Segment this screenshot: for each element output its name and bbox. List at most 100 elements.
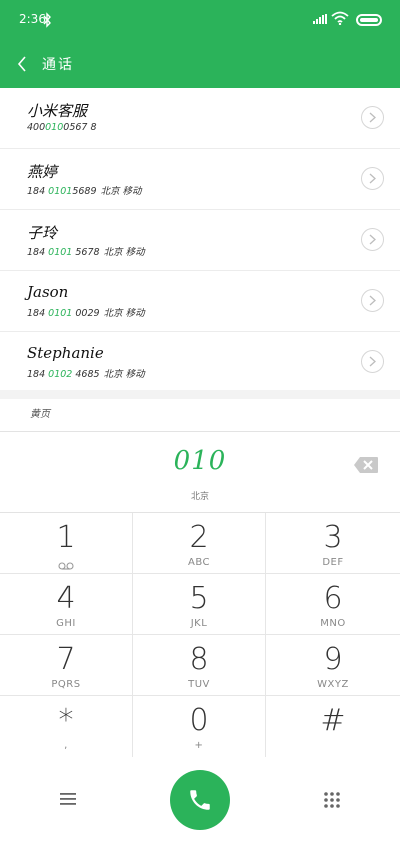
key-digit: 3	[323, 520, 343, 555]
backspace-icon[interactable]	[353, 456, 379, 474]
dial-key-star[interactable]: * ,	[0, 696, 133, 757]
dial-key-8[interactable]: 8 TUV	[133, 635, 266, 696]
number-suffix: 5689	[72, 186, 97, 197]
number-prefix: 184	[27, 247, 49, 258]
dialpad: 1 2 ABC 3 DEF 4 GHI 5 JKL 6 MNO 7 PQRS 8…	[0, 512, 400, 758]
dial-key-0[interactable]: 0 +	[133, 696, 266, 757]
contact-number: 184 01015689 北京 移动	[27, 183, 142, 197]
contact-location: 北京 移动	[103, 308, 145, 319]
phone-icon	[190, 790, 210, 810]
dial-key-1[interactable]: 1	[0, 513, 133, 574]
number-match: 0101	[48, 186, 73, 197]
number-prefix: 184	[27, 369, 49, 380]
menu-icon[interactable]	[58, 790, 78, 808]
key-letters: ,	[64, 740, 68, 751]
bluetooth-icon	[43, 12, 51, 28]
contact-name: 燕婷	[27, 163, 58, 181]
dialpad-icon[interactable]	[322, 790, 342, 810]
number-suffix: 4685	[72, 369, 100, 380]
key-letters: WXYZ	[317, 679, 349, 690]
number-prefix: 400	[27, 122, 46, 133]
number-match: 0101	[48, 247, 73, 258]
dialed-number: 010	[173, 446, 227, 476]
dial-key-5[interactable]: 5 JKL	[133, 574, 266, 635]
key-letters: MNO	[320, 618, 346, 629]
key-digit: 8	[189, 642, 209, 677]
contact-detail-button[interactable]	[361, 350, 384, 373]
battery-icon	[356, 14, 382, 26]
key-digit: 9	[323, 642, 343, 677]
key-digit: 5	[189, 581, 209, 616]
status-bar: 2:36	[0, 0, 400, 40]
contact-number: 4000100567 8	[27, 122, 97, 133]
key-digit: 6	[323, 581, 343, 616]
contact-name: Jason	[27, 283, 69, 301]
contact-location: 北京 移动	[100, 186, 142, 197]
chevron-right-icon	[369, 234, 376, 245]
number-suffix: 0567 8	[63, 122, 97, 133]
page-title: 通话	[42, 57, 74, 73]
title-bar: 通话	[0, 40, 400, 88]
voicemail-icon	[58, 562, 74, 570]
key-digit: 0	[189, 703, 209, 738]
contact-suggestion-list: 小米客服 4000100567 8 燕婷 184 01015689 北京 移动 子…	[0, 88, 400, 390]
yellow-pages-label[interactable]: 黄页	[30, 405, 50, 420]
wifi-icon	[331, 11, 349, 25]
key-letters: GHI	[56, 618, 76, 629]
key-letters: JKL	[190, 618, 208, 629]
contact-row[interactable]: 燕婷 184 01015689 北京 移动	[0, 149, 400, 210]
number-prefix: 184	[27, 308, 49, 319]
dial-key-hash[interactable]: #	[266, 696, 400, 757]
number-suffix: 5678	[72, 247, 100, 258]
contact-name: Stephanie	[27, 344, 104, 362]
key-letters: ABC	[187, 557, 210, 568]
key-digit: 7	[56, 642, 76, 677]
contact-location: 北京 移动	[103, 247, 145, 258]
contact-detail-button[interactable]	[361, 167, 384, 190]
contact-detail-button[interactable]	[361, 289, 384, 312]
contact-row[interactable]: 子玲 184 0101 5678 北京 移动	[0, 210, 400, 271]
signal-icon	[313, 14, 327, 24]
key-letters: PQRS	[51, 679, 81, 690]
chevron-left-icon	[17, 56, 26, 72]
contact-name: 子玲	[27, 224, 58, 242]
call-button[interactable]	[170, 770, 230, 830]
contact-row[interactable]: Jason 184 0101 0029 北京 移动	[0, 271, 400, 332]
contact-detail-button[interactable]	[361, 228, 384, 251]
contact-detail-button[interactable]	[361, 106, 384, 129]
dial-key-9[interactable]: 9 WXYZ	[266, 635, 400, 696]
chevron-right-icon	[369, 112, 376, 123]
back-button[interactable]	[10, 50, 34, 78]
chevron-right-icon	[369, 173, 376, 184]
contact-location: 北京 移动	[103, 369, 145, 380]
key-letters: DEF	[322, 557, 344, 568]
dialed-number-location: 北京	[190, 492, 209, 502]
dial-key-2[interactable]: 2 ABC	[133, 513, 266, 574]
chevron-right-icon	[369, 356, 376, 367]
key-digit: *	[58, 703, 74, 738]
key-digit: 4	[56, 581, 76, 616]
contact-row[interactable]: 小米客服 4000100567 8	[0, 88, 400, 149]
dial-key-3[interactable]: 3 DEF	[266, 513, 400, 574]
contact-number: 184 0101 5678 北京 移动	[27, 244, 145, 258]
dial-key-6[interactable]: 6 MNO	[266, 574, 400, 635]
section-divider	[0, 390, 400, 399]
number-match: 010	[45, 122, 64, 133]
contact-name: 小米客服	[27, 102, 88, 120]
key-digit: 1	[56, 520, 76, 555]
number-prefix: 184	[27, 186, 49, 197]
contact-row[interactable]: Stephanie 184 0102 4685 北京 移动	[0, 332, 400, 393]
contact-number: 184 0102 4685 北京 移动	[27, 366, 145, 380]
number-match: 0102	[48, 369, 73, 380]
contact-number: 184 0101 0029 北京 移动	[27, 305, 145, 319]
key-digit: 2	[189, 520, 209, 555]
dial-key-4[interactable]: 4 GHI	[0, 574, 133, 635]
key-digit: #	[320, 703, 346, 738]
key-letters: +	[194, 740, 204, 751]
number-match: 0101	[48, 308, 73, 319]
number-suffix: 0029	[72, 308, 100, 319]
chevron-right-icon	[369, 295, 376, 306]
divider	[0, 431, 400, 432]
bottom-bar	[0, 758, 400, 844]
dial-key-7[interactable]: 7 PQRS	[0, 635, 133, 696]
